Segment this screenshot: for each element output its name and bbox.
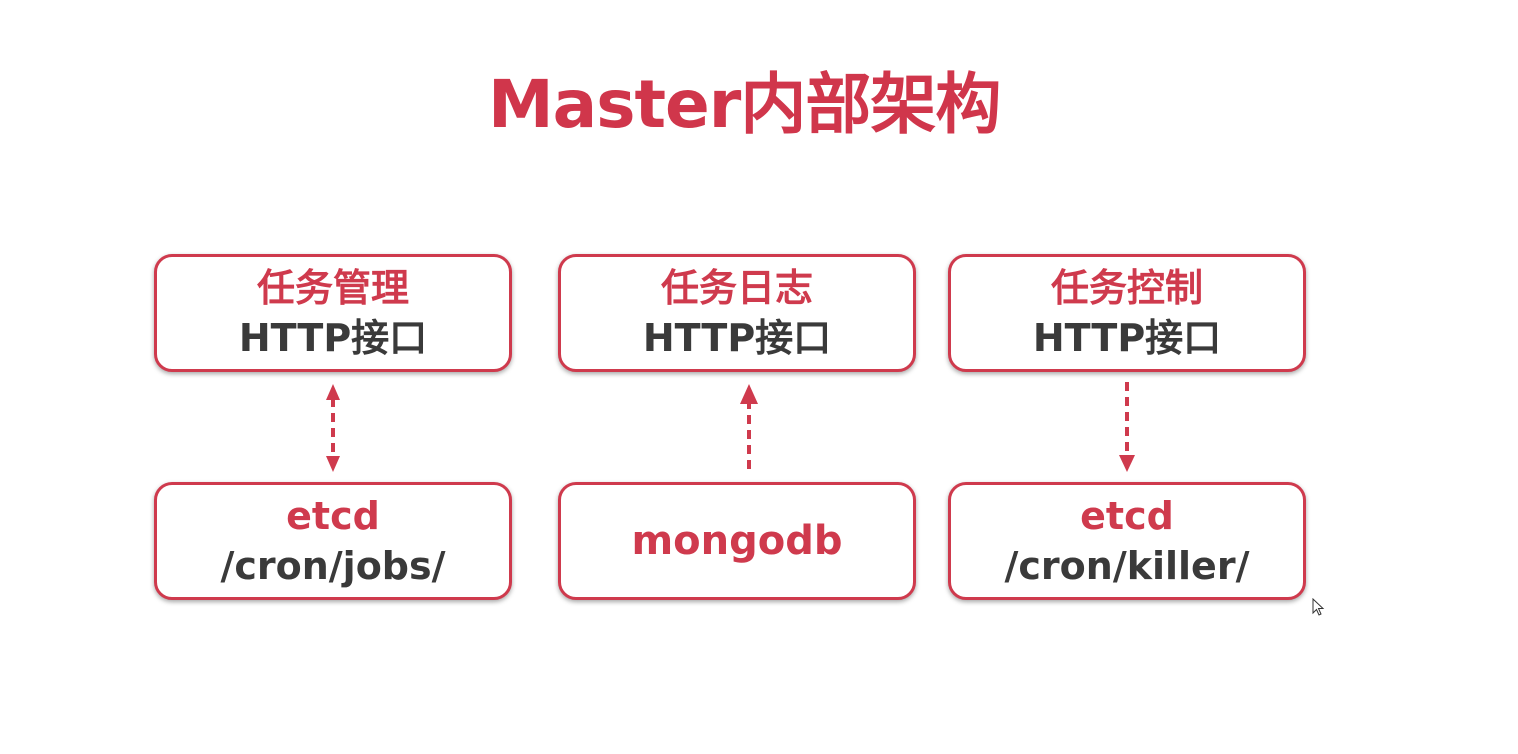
down-arrow	[1119, 382, 1135, 472]
bidirectional-arrow	[326, 384, 340, 472]
connector-layer	[326, 382, 1135, 472]
slide: Master内部架构 任务管理 HTTP接口 etcd /cron/jobs/ …	[0, 0, 1518, 754]
mouse-pointer-icon	[1312, 598, 1325, 616]
up-arrow	[740, 384, 758, 472]
